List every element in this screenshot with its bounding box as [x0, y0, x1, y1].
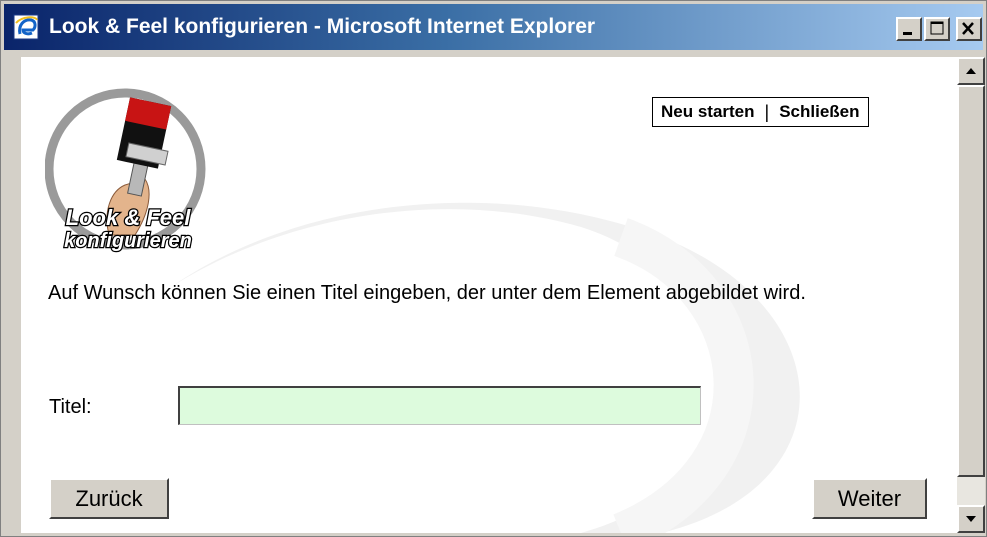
scroll-up-button[interactable]	[957, 57, 985, 85]
scrollbar-thumb[interactable]	[957, 85, 985, 477]
logo-text-line1: Look & Feel	[66, 205, 192, 230]
close-window-button[interactable]	[956, 17, 982, 41]
logo-text-line2: konfigurieren	[64, 230, 192, 252]
title-bar[interactable]: Look & Feel konfigurieren - Microsoft In…	[4, 4, 983, 50]
title-input[interactable]	[178, 386, 701, 425]
minimize-button[interactable]	[896, 17, 922, 41]
instruction-text: Auf Wunsch können Sie einen Titel eingeb…	[48, 282, 806, 304]
page-content: Look & Feel konfigurieren Neu starten | …	[21, 57, 957, 533]
restart-link[interactable]: Neu starten	[661, 102, 755, 122]
arrow-down-icon	[966, 516, 976, 522]
browser-window: Look & Feel konfigurieren - Microsoft In…	[0, 0, 987, 537]
title-field-label: Titel:	[49, 396, 92, 418]
look-and-feel-logo: Look & Feel konfigurieren	[44, 87, 211, 257]
vertical-scrollbar[interactable]	[957, 57, 985, 533]
close-link[interactable]: Schließen	[779, 102, 859, 122]
scroll-down-button[interactable]	[957, 505, 985, 533]
arrow-up-icon	[966, 68, 976, 74]
internet-explorer-icon	[13, 14, 39, 40]
next-button[interactable]: Weiter	[812, 478, 927, 519]
top-links-box: Neu starten | Schließen	[652, 97, 869, 127]
link-separator: |	[764, 101, 770, 122]
minimize-icon	[903, 32, 912, 35]
close-icon	[962, 22, 974, 35]
maximize-icon	[930, 21, 944, 35]
window-title: Look & Feel konfigurieren - Microsoft In…	[49, 15, 596, 38]
maximize-button[interactable]	[924, 17, 950, 41]
back-button[interactable]: Zurück	[49, 478, 169, 519]
